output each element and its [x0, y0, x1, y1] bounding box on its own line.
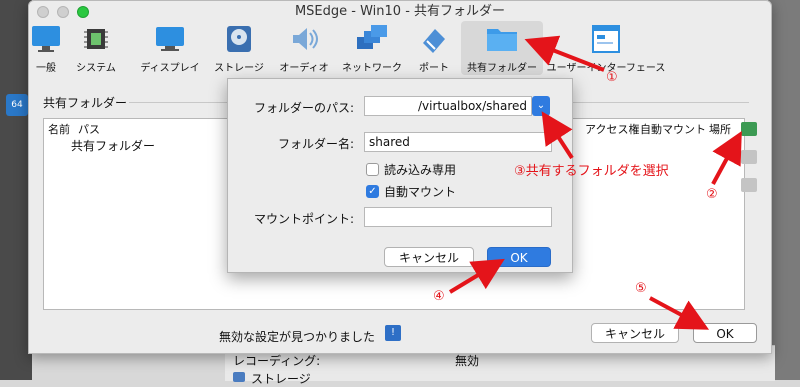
tab-label: ストレージ — [214, 63, 264, 74]
column-header-automount[interactable]: 自動マウント — [640, 121, 706, 137]
folder-name-field[interactable]: shared — [364, 132, 552, 152]
edit-folder-icon[interactable] — [741, 150, 757, 164]
column-header-location[interactable]: 場所 — [709, 121, 731, 137]
tab-network[interactable]: ネットワーク — [337, 21, 407, 75]
window-title: MSEdge - Win10 - 共有フォルダー — [294, 4, 506, 19]
dialog-ok-button[interactable]: OK — [487, 247, 551, 267]
tab-label: オーディオ — [279, 63, 329, 74]
folder-path-field[interactable]: /virtualbox/shared — [364, 96, 532, 116]
storage-label: ストレージ — [251, 372, 311, 386]
chevron-down-icon[interactable]: ⌄ — [532, 96, 550, 116]
monitor-icon — [32, 26, 60, 52]
annotation-2: ② — [706, 187, 718, 202]
tab-audio[interactable]: オーディオ — [273, 21, 335, 75]
mount-point-label: マウントポイント: — [253, 212, 354, 226]
column-header-access[interactable]: アクセス権 — [585, 121, 639, 137]
list-item[interactable]: 共有フォルダー — [71, 137, 155, 154]
cancel-button[interactable]: キャンセル — [591, 323, 679, 343]
tab-label: ネットワーク — [342, 63, 402, 74]
network-icon — [357, 25, 387, 49]
automount-label: 自動マウント — [384, 185, 457, 199]
annotation-4: ④ — [433, 289, 445, 304]
disk-icon — [227, 26, 251, 52]
tab-system[interactable]: システム — [71, 21, 121, 75]
storage-icon — [233, 372, 245, 382]
folder-icon — [487, 29, 517, 51]
tab-user-interface[interactable]: ユーザーインターフェース — [541, 21, 671, 75]
readonly-label: 読み込み専用 — [384, 163, 457, 177]
zoom-button[interactable] — [77, 6, 89, 18]
tab-label: 共有フォルダー — [467, 63, 537, 74]
remove-folder-icon[interactable] — [741, 178, 757, 192]
background-app-strip — [768, 0, 800, 380]
vm-tile-icon: 64 — [6, 94, 28, 116]
invalid-settings-text: 無効な設定が見つかりました — [219, 330, 376, 344]
annotation-5: ⑤ — [635, 281, 647, 296]
column-header-path[interactable]: パス — [78, 121, 100, 137]
add-folder-icon[interactable] — [741, 122, 757, 136]
recording-value: 無効 — [455, 354, 480, 368]
tab-label: 一般 — [36, 63, 56, 74]
recording-label: レコーディング: — [233, 354, 321, 368]
group-title: 共有フォルダー — [43, 96, 128, 110]
warning-icon[interactable]: ! — [385, 325, 401, 341]
tab-port[interactable]: ポート — [411, 21, 457, 75]
tab-storage[interactable]: ストレージ — [209, 21, 269, 75]
window-layout-icon — [592, 25, 620, 53]
tab-display[interactable]: ディスプレイ — [135, 21, 205, 75]
dialog-cancel-button[interactable]: キャンセル — [384, 247, 474, 267]
speaker-icon — [293, 28, 318, 50]
ok-button[interactable]: OK — [693, 323, 757, 343]
tab-label: ディスプレイ — [140, 63, 200, 74]
tab-label: ポート — [419, 63, 449, 74]
port-icon — [423, 29, 445, 53]
readonly-checkbox[interactable] — [366, 163, 379, 176]
tab-label: システム — [76, 63, 116, 74]
annotation-3: ③共有するフォルダを選択 — [514, 164, 669, 179]
column-header-name[interactable]: 名前 — [48, 121, 70, 137]
mount-point-field[interactable] — [364, 207, 552, 227]
close-button[interactable] — [37, 6, 49, 18]
folder-path-label: フォルダーのパス: — [253, 101, 354, 115]
chip-icon — [84, 29, 108, 49]
folder-name-label: フォルダー名: — [277, 137, 354, 151]
annotation-1: ① — [606, 70, 618, 85]
automount-checkbox[interactable]: ✓ — [366, 185, 379, 198]
tab-shared-folders[interactable]: 共有フォルダー — [461, 21, 543, 75]
display-icon — [156, 27, 184, 51]
tab-general[interactable]: 一般 — [23, 21, 69, 75]
minimize-button[interactable] — [57, 6, 69, 18]
